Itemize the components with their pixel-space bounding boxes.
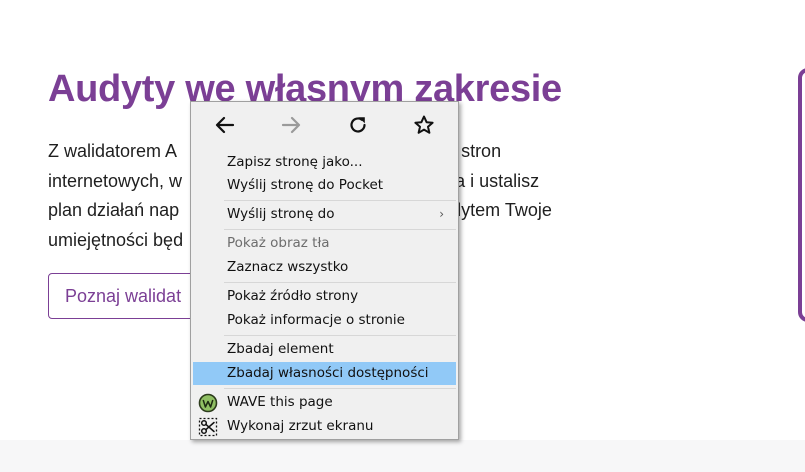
menu-item-send-to-pocket[interactable]: Wyślij stronę do Pocket (193, 174, 456, 197)
menu-item-inspect-element[interactable]: Zbadaj element (193, 338, 456, 361)
menu-item-select-all[interactable]: Zaznacz wszystko (193, 256, 456, 279)
arrow-right-icon (281, 116, 301, 134)
menu-separator (224, 200, 456, 201)
menu-item-label: WAVE this page (227, 394, 333, 410)
arrow-left-icon (215, 116, 235, 134)
submenu-chevron-icon: › (439, 207, 444, 221)
menu-item-send-page-to[interactable]: Wyślij stronę do › (193, 203, 456, 226)
bookmark-button[interactable] (411, 112, 437, 138)
context-menu-nav-row (191, 102, 458, 148)
menu-separator (224, 229, 456, 230)
menu-item-save-page[interactable]: Zapisz stronę jako... (193, 151, 456, 174)
reload-button[interactable] (345, 112, 371, 138)
footer-band (0, 440, 805, 472)
menu-item-view-source[interactable]: Pokaż źródło strony (193, 285, 456, 308)
menu-item-view-background[interactable]: Pokaż obraz tła (193, 232, 456, 255)
wave-icon (198, 393, 218, 413)
scissors-icon (198, 417, 218, 437)
menu-item-page-info[interactable]: Pokaż informacje o stronie (193, 309, 456, 332)
menu-item-wave[interactable]: WAVE this page (193, 391, 456, 414)
menu-separator (224, 335, 456, 336)
side-card-edge (798, 68, 805, 322)
menu-item-label: Wyślij stronę do (227, 206, 335, 222)
page: Audyty we własnym zakresie Z walidatorem… (0, 0, 805, 472)
forward-button[interactable] (278, 112, 304, 138)
reload-icon (350, 117, 366, 133)
menu-item-label: Wykonaj zrzut ekranu (227, 418, 374, 434)
star-icon (414, 115, 434, 134)
menu-separator (224, 388, 456, 389)
menu-separator (224, 282, 456, 283)
menu-item-screenshot[interactable]: Wykonaj zrzut ekranu (193, 415, 456, 438)
menu-item-inspect-accessibility[interactable]: Zbadaj własności dostępności (193, 362, 456, 385)
context-menu: Zapisz stronę jako... Wyślij stronę do P… (190, 101, 459, 440)
back-button[interactable] (212, 112, 238, 138)
